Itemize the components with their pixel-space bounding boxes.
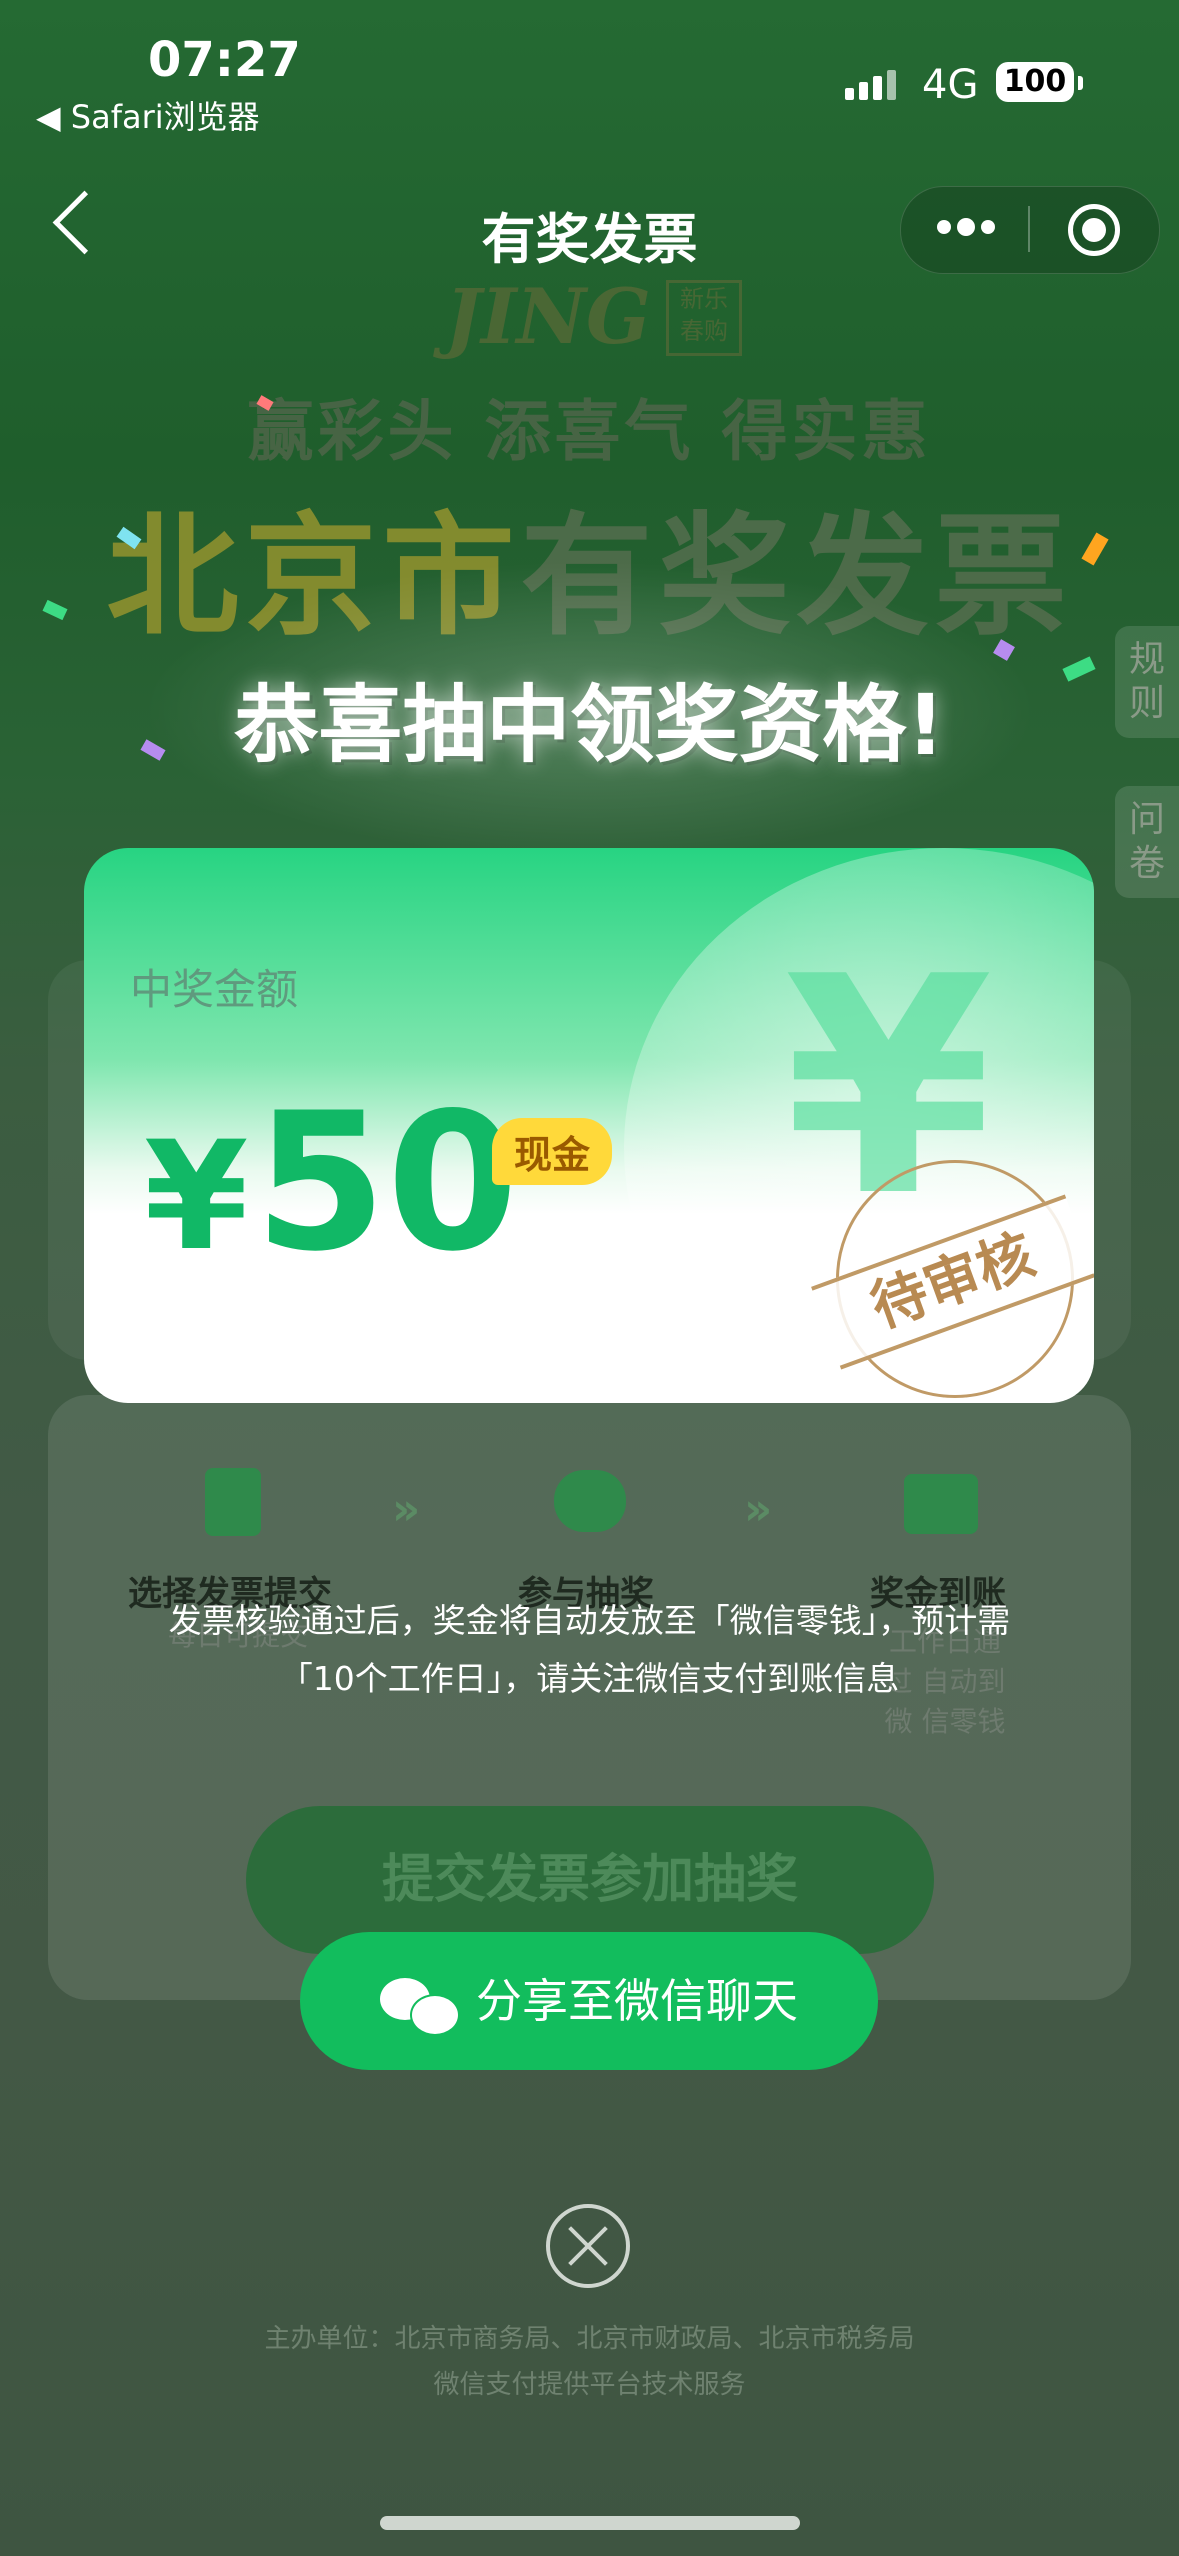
wallet-icon	[904, 1474, 978, 1534]
congrats-headline: 恭喜抽中领奖资格!	[234, 676, 945, 774]
platform-text: 微信支付提供平台技术服务	[433, 2370, 746, 2400]
money-bag-icon	[554, 1470, 626, 1532]
invoice-icon	[205, 1468, 261, 1536]
back-to-app-link[interactable]: ◀ Safari浏览器	[36, 92, 260, 138]
capsule-divider	[1028, 206, 1030, 252]
home-indicator[interactable]	[380, 2516, 800, 2530]
prize-card: ¥ 中奖金额 ¥50 现金 待审核	[84, 848, 1094, 1403]
battery-icon: 100	[996, 62, 1074, 102]
payout-notice-line1: 发票核验通过后，奖金将自动发放至「微信零钱」，预计需	[168, 1601, 1011, 1640]
battery-tip	[1078, 76, 1083, 90]
status-time: 07:27	[148, 32, 301, 88]
share-button-label: 分享至微信聊天	[476, 1974, 798, 2028]
prize-amount-label: 中奖金额	[130, 965, 299, 1014]
prize-amount: ¥50	[144, 1088, 519, 1278]
close-miniprogram-icon-dot	[1082, 218, 1106, 242]
survey-tab[interactable]: 问卷	[1115, 786, 1179, 898]
payout-notice: 发票核验通过后，奖金将自动发放至「微信零钱」，预计需 「10个工作日」，请关注微…	[0, 1592, 1179, 1708]
prize-amount-value: 50	[254, 1072, 519, 1293]
logo-seal: 新乐春购	[666, 280, 742, 356]
jing-logo: JING	[445, 272, 651, 361]
share-to-wechat-button[interactable]: 分享至微信聊天	[300, 1932, 878, 2070]
pending-review-stamp: 待审核	[811, 1160, 1094, 1398]
organizer-text: 主办单位：北京市商务局、北京市财政局、北京市税务局	[264, 2324, 915, 2354]
close-icon[interactable]	[546, 2204, 630, 2288]
signal-icon	[845, 70, 901, 100]
network-type: 4G	[922, 62, 979, 108]
cash-badge: 现金	[492, 1118, 613, 1185]
wechat-icon	[380, 1974, 460, 2036]
slogan: 赢彩头 添喜气 得实惠	[247, 393, 932, 470]
chevron-right-icon: ››	[744, 1484, 772, 1535]
currency-symbol: ¥	[144, 1110, 249, 1284]
more-icon[interactable]	[937, 218, 1001, 238]
chevron-right-icon: ››	[392, 1484, 420, 1535]
payout-notice-line2: 「10个工作日」，请关注微信支付到账信息	[279, 1659, 900, 1698]
